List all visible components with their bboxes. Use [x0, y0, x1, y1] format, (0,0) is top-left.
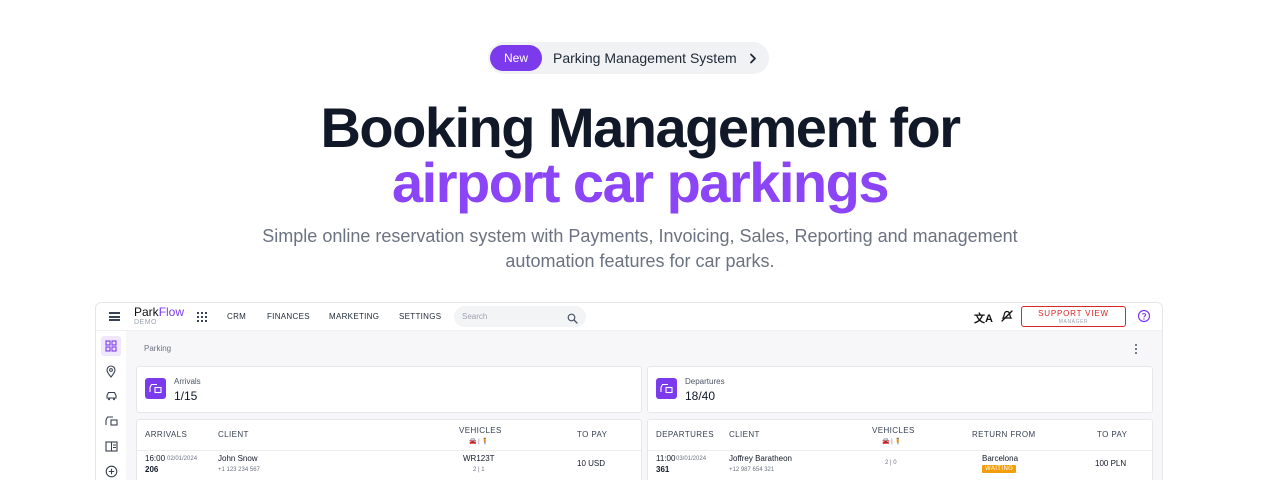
client-phone: +12 987 654 321 — [729, 467, 775, 473]
client-col-header[interactable]: CLIENT — [729, 430, 760, 439]
vehicle-plate: WR123T — [463, 454, 495, 463]
apps-grid-icon[interactable] — [197, 312, 207, 322]
hero-title-line1: Booking Management for — [320, 96, 961, 159]
chevron-right-icon — [749, 53, 759, 63]
notifications-off-icon[interactable] — [1000, 309, 1014, 323]
vehicles-col-header[interactable]: VEHICLES — [459, 426, 502, 435]
arrival-id: 206 — [145, 465, 159, 474]
pill-label: Parking Management System — [553, 50, 737, 66]
client-name: John Snow — [218, 454, 258, 463]
breadcrumb[interactable]: Parking — [144, 344, 171, 353]
announcement-pill[interactable]: New Parking Management System — [488, 42, 769, 74]
client-col-header[interactable]: CLIENT — [218, 430, 249, 439]
nav-settings[interactable]: SETTINGS — [399, 312, 441, 321]
to-pay-amount: 10 USD — [577, 459, 606, 468]
location-pin-icon — [106, 364, 116, 378]
more-options-icon[interactable] — [1135, 344, 1138, 354]
return-from-city: Barcelona — [982, 454, 1019, 463]
hero-title-line2: airport car parkings — [392, 151, 889, 214]
app-preview: ParkFlow DEMO CRM FINANCES MARKETING SET… — [95, 302, 1163, 480]
vehicle-counts: 2 | 0 — [885, 460, 897, 466]
sidebar-item-parking[interactable] — [101, 411, 121, 431]
add-circle-icon — [105, 465, 117, 477]
hero-subtitle-line2: automation features for car parks. — [505, 251, 775, 271]
hero-section: New Parking Management System Booking Ma… — [0, 0, 1280, 480]
status-badge: WAITING — [982, 465, 1017, 473]
menu-icon[interactable] — [109, 312, 120, 321]
departures-table: DEPARTURES CLIENT VEHICLES 🚘 | 🧍 RETURN … — [647, 419, 1153, 480]
app-content: Parking Arrivals 1/15 Departures 18/40 A… — [126, 331, 1162, 480]
departure-id: 361 — [656, 465, 670, 474]
arrivals-count: 1/15 — [174, 389, 198, 403]
departures-card[interactable]: Departures 18/40 — [647, 366, 1153, 413]
nav-finances[interactable]: FINANCES — [267, 312, 310, 321]
new-badge: New — [490, 45, 542, 71]
nav-marketing[interactable]: MARKETING — [329, 312, 379, 321]
sidebar-item-dashboard[interactable] — [101, 336, 121, 356]
departures-label: Departures — [685, 377, 725, 386]
support-view-sublabel: MANAGER — [1058, 319, 1089, 325]
vehicles-col-subheader: 🚘 | 🧍 — [469, 439, 489, 445]
sidebar-item-locations[interactable] — [101, 361, 121, 381]
vehicles-col-subheader: 🚘 | 🧍 — [882, 439, 902, 445]
app-topbar: ParkFlow DEMO CRM FINANCES MARKETING SET… — [96, 303, 1162, 331]
support-view-button[interactable]: SUPPORT VIEW MANAGER — [1021, 306, 1126, 327]
to-pay-amount: 100 PLN — [1095, 459, 1127, 468]
arrivals-col-header[interactable]: ARRIVALS — [145, 430, 187, 439]
arrival-time: 16:00 — [145, 454, 166, 463]
departure-time: 11:00 — [656, 454, 676, 463]
search-icon — [567, 311, 578, 324]
parking-car-icon — [104, 416, 118, 426]
dashboard-icon — [105, 340, 117, 352]
search-placeholder: Search — [462, 312, 488, 321]
return-from-col-header[interactable]: RETURN FROM — [972, 430, 1036, 439]
arrivals-icon — [145, 378, 166, 399]
arrivals-card[interactable]: Arrivals 1/15 — [136, 366, 642, 413]
vehicles-col-header[interactable]: VEHICLES — [872, 426, 915, 435]
hero-subtitle-line1: Simple online reservation system with Pa… — [262, 226, 1018, 246]
to-pay-col-header[interactable]: TO PAY — [577, 430, 607, 439]
car-icon — [105, 391, 117, 401]
sidebar-item-vehicles[interactable] — [101, 386, 121, 406]
header-divider — [137, 450, 641, 451]
logo-text-flow: Flow — [158, 305, 185, 319]
client-name: Joffrey Baratheon — [729, 454, 793, 463]
search-input[interactable]: Search — [454, 306, 586, 327]
panel-icon — [104, 440, 118, 452]
header-divider — [648, 450, 1152, 451]
sidebar-item-layout[interactable] — [101, 436, 121, 456]
client-phone: +1 123 234 567 — [218, 467, 260, 473]
to-pay-col-header[interactable]: TO PAY — [1097, 430, 1127, 439]
arrivals-table: ARRIVALS CLIENT VEHICLES 🚘 | 🧍 TO PAY 16… — [136, 419, 642, 480]
app-sidebar — [96, 331, 126, 480]
translate-icon[interactable]: 文A — [974, 310, 993, 326]
sidebar-item-add[interactable] — [101, 461, 121, 480]
support-view-label: SUPPORT VIEW — [1038, 309, 1109, 318]
arrival-date: 02/01/2024 — [167, 456, 198, 462]
departures-icon — [656, 378, 677, 399]
parkflow-logo[interactable]: ParkFlow DEMO — [134, 306, 184, 329]
departures-count: 18/40 — [685, 389, 716, 403]
departure-date: 03/01/2024 — [676, 456, 707, 462]
arrivals-label: Arrivals — [174, 377, 201, 386]
departures-col-header[interactable]: DEPARTURES — [656, 430, 714, 439]
help-icon[interactable] — [1137, 309, 1151, 323]
nav-crm[interactable]: CRM — [227, 312, 246, 321]
vehicle-counts: 2 | 1 — [473, 467, 485, 473]
